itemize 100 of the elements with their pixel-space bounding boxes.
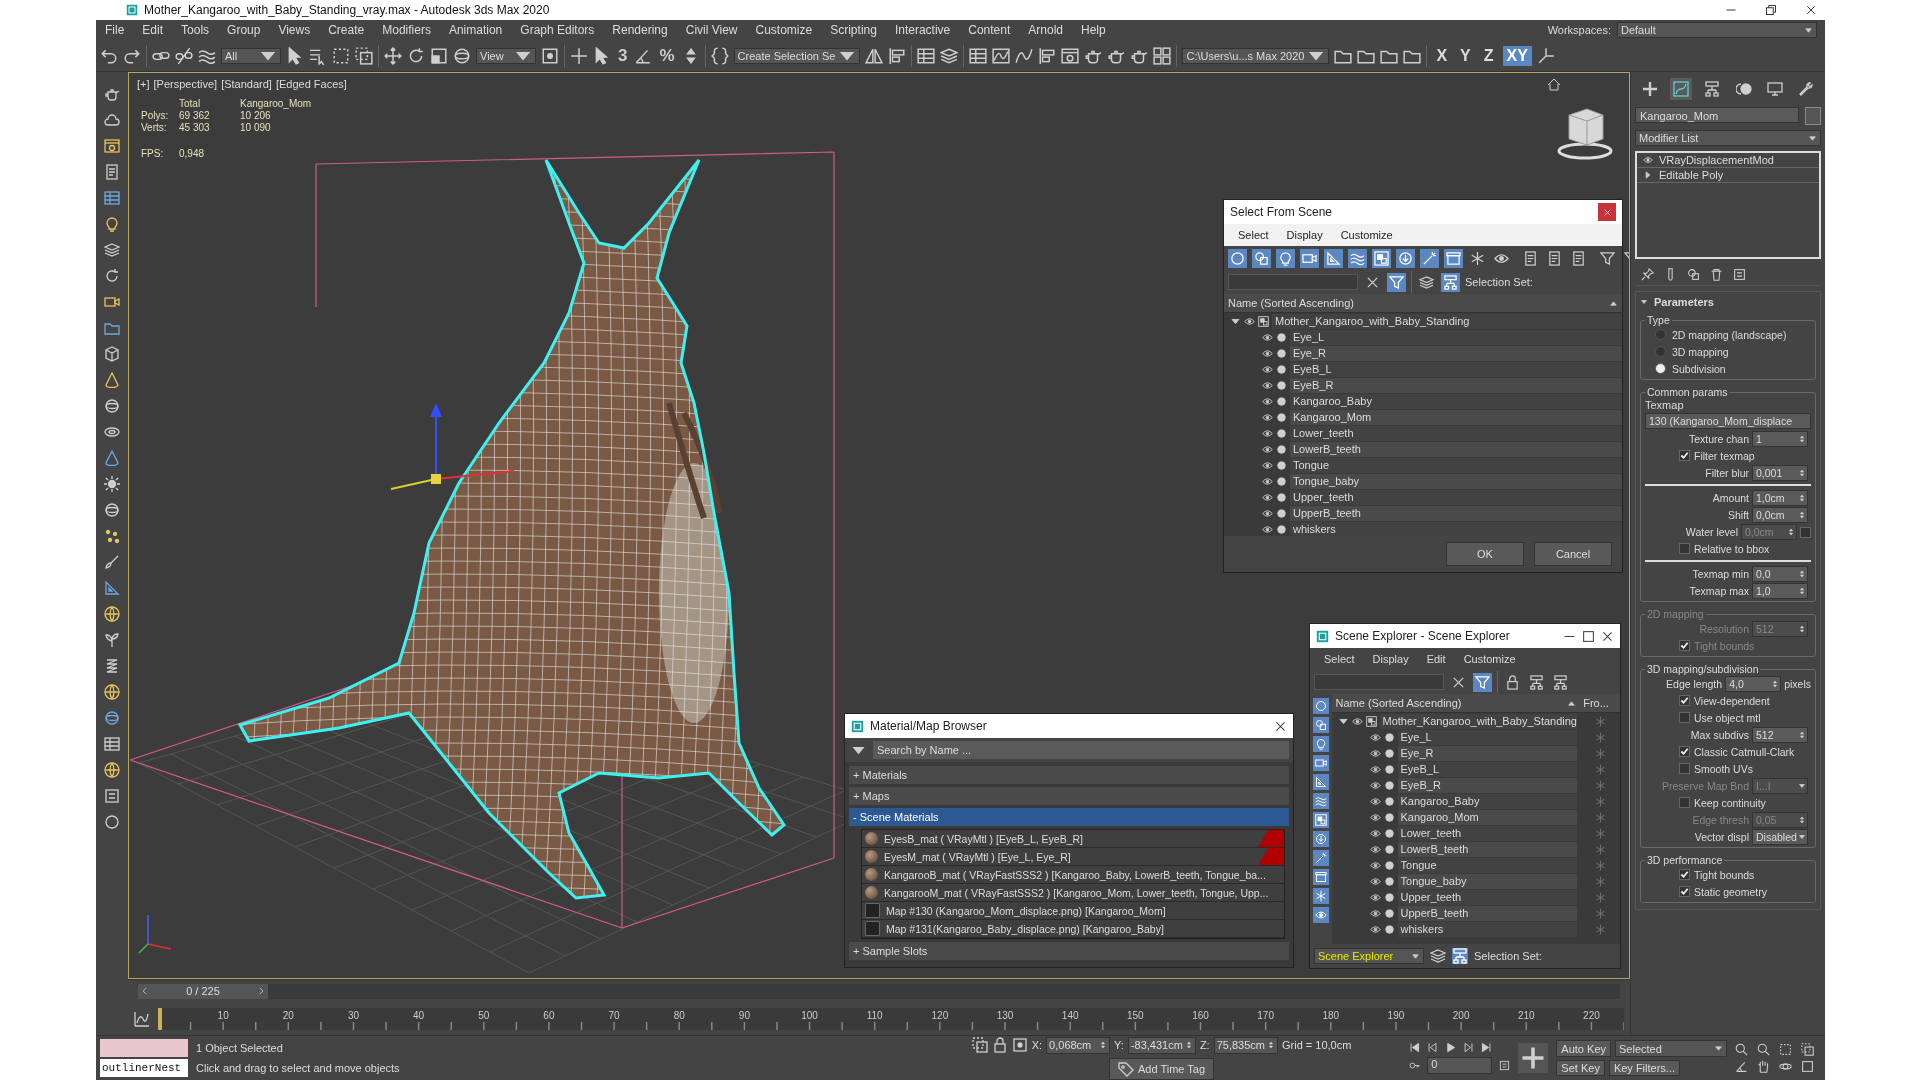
modify-icon[interactable]: [1670, 78, 1693, 100]
eye-icon[interactable]: [1262, 331, 1273, 343]
layers-icon[interactable]: [940, 46, 959, 65]
graph-icon[interactable]: [992, 46, 1011, 65]
table-icon[interactable]: [969, 46, 988, 65]
container-icon[interactable]: [1444, 248, 1463, 268]
tree-item[interactable]: LowerB_teeth: [1397, 841, 1577, 857]
eye-icon[interactable]: [1369, 731, 1381, 743]
menu-item[interactable]: Graph Editors: [511, 23, 604, 37]
container-icon[interactable]: [1312, 869, 1329, 885]
eye-icon[interactable]: [1262, 459, 1273, 471]
chevron-right-icon[interactable]: [256, 986, 266, 997]
track-bar[interactable]: 10 20 30 40 50 60 70 80 90 100 110 120 130 140 150 160 170 180 190 200 210 220: [158, 1007, 1624, 1030]
render-frame-icon[interactable]: [104, 138, 120, 154]
dot-icon[interactable]: [1276, 347, 1287, 359]
cursor-icon[interactable]: [593, 46, 611, 65]
menu-item[interactable]: Display: [1372, 653, 1409, 665]
menu-item[interactable]: Interactive: [885, 23, 960, 37]
bulb-icon[interactable]: [104, 216, 120, 232]
circle-arrow-icon[interactable]: [1312, 831, 1329, 847]
sphere-icon[interactable]: [104, 710, 120, 726]
radio-button[interactable]: [1655, 329, 1666, 340]
section-header[interactable]: + Sample Slots: [849, 942, 1289, 960]
spinner-field[interactable]: 4,0: [1725, 676, 1782, 692]
percent-snap-button[interactable]: %: [657, 45, 677, 66]
rect-select-icon[interactable]: [332, 46, 350, 65]
radio-button[interactable]: [1655, 363, 1666, 374]
home-icon[interactable]: [1547, 78, 1561, 91]
layers-icon[interactable]: [104, 242, 120, 258]
table-icon[interactable]: [104, 736, 120, 752]
dot-icon[interactable]: [1276, 331, 1287, 343]
perspective-viewport[interactable]: [128, 72, 1630, 980]
bulb-icon[interactable]: [1276, 248, 1295, 268]
tree-item[interactable]: whiskers: [1397, 921, 1577, 937]
tree-item[interactable]: whiskers: [1290, 521, 1622, 536]
menu-item[interactable]: Customize: [1463, 653, 1516, 665]
eye-icon[interactable]: [1369, 891, 1381, 903]
tree-item[interactable]: Tongue: [1290, 457, 1622, 473]
window-select-icon[interactable]: [1801, 1043, 1814, 1056]
group-box-icon[interactable]: [1372, 248, 1391, 268]
dot-icon[interactable]: [1383, 795, 1395, 807]
material-list-item[interactable]: Map #131(Kangaroo_Baby_displace.png) [Kangaroo_Baby]: [862, 920, 1284, 938]
cursor-icon[interactable]: [286, 46, 304, 65]
sort-arrow-icon[interactable]: [1609, 298, 1618, 308]
eye-icon[interactable]: [1244, 315, 1255, 327]
axis-plane-icon[interactable]: [1536, 46, 1555, 65]
restore-icon[interactable]: [1765, 4, 1777, 16]
circle-icon[interactable]: [1228, 248, 1247, 268]
eye-icon[interactable]: [1369, 795, 1381, 807]
camera-icon[interactable]: [104, 294, 120, 310]
modifier-list-dropdown[interactable]: Modifier List: [1635, 130, 1821, 146]
table-icon[interactable]: [104, 190, 120, 206]
explorer-dropdown[interactable]: Scene Explorer: [1314, 948, 1424, 964]
spinner-arrows-icon[interactable]: [1798, 494, 1806, 502]
plant-icon[interactable]: [104, 632, 120, 648]
menu-item[interactable]: Customize: [1340, 229, 1393, 241]
modifier-stack-item[interactable]: Editable Poly: [1659, 169, 1724, 181]
spinner-field[interactable]: 0,001: [1752, 465, 1808, 481]
menu-item[interactable]: Create: [319, 23, 374, 37]
magnifier-icon[interactable]: [1735, 1043, 1748, 1056]
tree-item[interactable]: Tongue_baby: [1397, 873, 1577, 889]
camera-icon[interactable]: [1312, 755, 1329, 771]
checkbox[interactable]: [1679, 746, 1690, 757]
tree-item[interactable]: Eye_R: [1397, 745, 1577, 761]
rotate-icon[interactable]: [407, 46, 425, 65]
dot-icon[interactable]: [1383, 891, 1395, 903]
rect-select-icon[interactable]: [1779, 1043, 1792, 1056]
crosshair-icon[interactable]: [570, 46, 588, 65]
dot-icon[interactable]: [1276, 363, 1287, 375]
section-header[interactable]: - Scene Materials: [849, 808, 1289, 826]
cone-icon[interactable]: [104, 372, 120, 388]
dot-icon[interactable]: [1276, 507, 1287, 519]
checkbox[interactable]: [1679, 763, 1690, 774]
tree-item[interactable]: Mother_Kangaroo_with_Baby_Standing: [1272, 313, 1622, 329]
spinner-arrows-icon[interactable]: [1798, 587, 1806, 595]
named-selection-dropdown[interactable]: Create Selection Se: [733, 47, 861, 64]
eye-icon[interactable]: [1369, 827, 1381, 839]
tree-item[interactable]: Upper_teeth: [1290, 489, 1622, 505]
column-header[interactable]: Name (Sorted Ascending): [1335, 697, 1567, 709]
spinner-field[interactable]: 1,0cm: [1752, 490, 1808, 506]
eye-icon[interactable]: [1369, 843, 1381, 855]
rotate-icon[interactable]: [104, 268, 120, 284]
dot-icon[interactable]: [1276, 459, 1287, 471]
helix-icon[interactable]: [104, 658, 120, 674]
menu-item[interactable]: Customize: [746, 23, 822, 37]
eye-icon[interactable]: [1262, 475, 1273, 487]
chevron-left-icon[interactable]: [140, 986, 150, 997]
dot-icon[interactable]: [1276, 475, 1287, 487]
tree-item[interactable]: Mother_Kangaroo_with_Baby_Standing: [1379, 713, 1577, 729]
shapes-icon[interactable]: [1687, 268, 1700, 281]
dot-icon[interactable]: [1276, 491, 1287, 503]
sun-icon[interactable]: [104, 476, 120, 492]
close-button[interactable]: [1598, 203, 1616, 221]
circle-icon[interactable]: [104, 814, 120, 830]
close-icon[interactable]: [1805, 4, 1817, 16]
spinner-field[interactable]: 0,0cm: [1752, 507, 1808, 523]
spinner-arrows-icon[interactable]: [1184, 1041, 1193, 1049]
menu-item[interactable]: Select: [1238, 229, 1269, 241]
config-icon[interactable]: [1733, 268, 1746, 281]
shapes-icon[interactable]: [1252, 248, 1271, 268]
